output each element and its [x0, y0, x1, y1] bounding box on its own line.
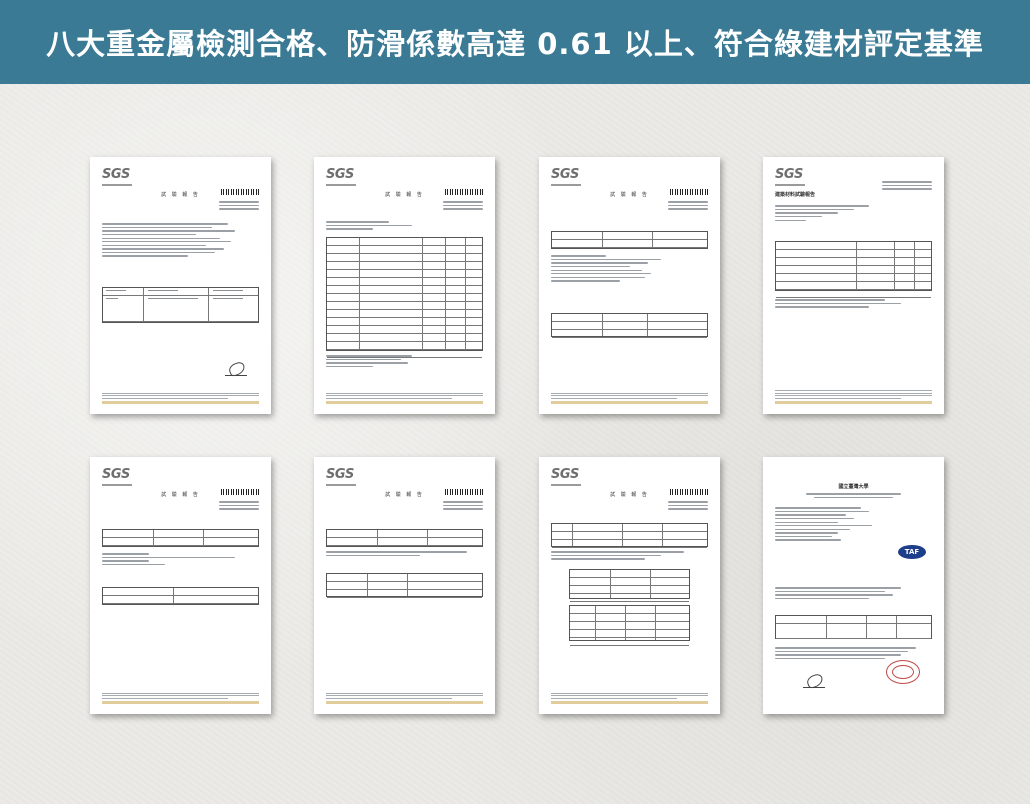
signature — [225, 363, 247, 376]
logo-underline — [102, 484, 132, 486]
report-heading: 建築材料試驗報告 — [775, 192, 816, 198]
report-body-text — [551, 549, 708, 562]
report-meta — [219, 499, 259, 512]
barcode-icon — [670, 489, 708, 495]
certificate-details — [775, 585, 932, 602]
results-table — [775, 241, 932, 298]
results-table — [102, 587, 259, 605]
report-footer — [775, 388, 932, 404]
method-table — [551, 231, 708, 249]
report-meta — [668, 499, 708, 512]
test-report-3[interactable]: SGS 試 驗 報 告 — [539, 157, 720, 414]
method-table — [326, 529, 483, 547]
header-banner: 八大重金屬檢測合格、防滑係數高達 0.61 以上、符合綠建材評定基準 — [0, 0, 1030, 84]
sgs-logo: SGS — [551, 467, 579, 482]
sgs-logo: SGS — [102, 467, 130, 482]
report-footer — [102, 691, 259, 704]
report-notes — [775, 297, 932, 310]
logo-underline — [102, 184, 132, 186]
barcode-icon — [221, 489, 259, 495]
institution-name: 國立臺灣大學 — [838, 484, 869, 490]
report-meta — [219, 199, 259, 212]
report-meta — [443, 199, 483, 212]
sgs-logo: SGS — [551, 167, 579, 182]
barcode-icon — [445, 189, 483, 195]
barcode-icon — [445, 489, 483, 495]
results-table — [326, 573, 483, 598]
method-table — [102, 529, 259, 547]
report-body-text — [102, 221, 259, 259]
report-meta — [668, 199, 708, 212]
certificate-notes — [775, 645, 932, 662]
barcode-icon — [670, 189, 708, 195]
report-body-text — [326, 549, 483, 558]
report-body-text — [326, 219, 483, 232]
report-footer — [102, 391, 259, 404]
certificate-body-text — [775, 505, 932, 543]
report-notes — [326, 353, 483, 370]
page-title: 八大重金屬檢測合格、防滑係數高達 0.61 以上、符合綠建材評定基準 — [46, 27, 984, 61]
report-footer — [326, 391, 483, 404]
report-body-text — [102, 551, 259, 568]
report-meta — [443, 499, 483, 512]
taf-accreditation-icon: TAF — [898, 545, 926, 559]
metals-table — [326, 237, 483, 358]
signature — [803, 675, 825, 688]
sample-table — [551, 523, 708, 548]
results-table-a — [569, 569, 690, 602]
logo-underline — [326, 184, 356, 186]
logo-underline — [551, 484, 581, 486]
building-material-report[interactable]: SGS 建築材料試驗報告 — [763, 157, 944, 414]
report-body-text — [775, 203, 932, 223]
sgs-logo: SGS — [102, 167, 130, 182]
barcode-icon — [221, 189, 259, 195]
sgs-logo: SGS — [326, 167, 354, 182]
logo-underline — [326, 484, 356, 486]
certificate-header — [775, 491, 932, 500]
report-meta — [882, 179, 932, 192]
test-report-1[interactable]: SGS 試 驗 報 告 — [90, 157, 271, 414]
test-report-5[interactable]: SGS 試 驗 報 告 — [314, 457, 495, 714]
results-table — [102, 287, 259, 323]
results-table-b — [569, 605, 690, 646]
test-report-4[interactable]: SGS 試 驗 報 告 — [90, 457, 271, 714]
report-footer — [551, 691, 708, 704]
test-report-2[interactable]: SGS 試 驗 報 告 — [314, 157, 495, 414]
official-seal-icon — [886, 660, 920, 684]
report-footer — [551, 391, 708, 404]
slip-results-table — [551, 313, 708, 338]
university-test-certificate[interactable]: 國立臺灣大學 TAF — [763, 457, 944, 714]
sgs-logo: SGS — [775, 167, 803, 182]
logo-underline — [775, 184, 805, 186]
logo-underline — [551, 184, 581, 186]
report-body-text — [551, 253, 708, 284]
sgs-logo: SGS — [326, 467, 354, 482]
results-table — [775, 615, 932, 639]
report-footer — [326, 691, 483, 704]
test-report-6[interactable]: SGS 試 驗 報 告 — [539, 457, 720, 714]
